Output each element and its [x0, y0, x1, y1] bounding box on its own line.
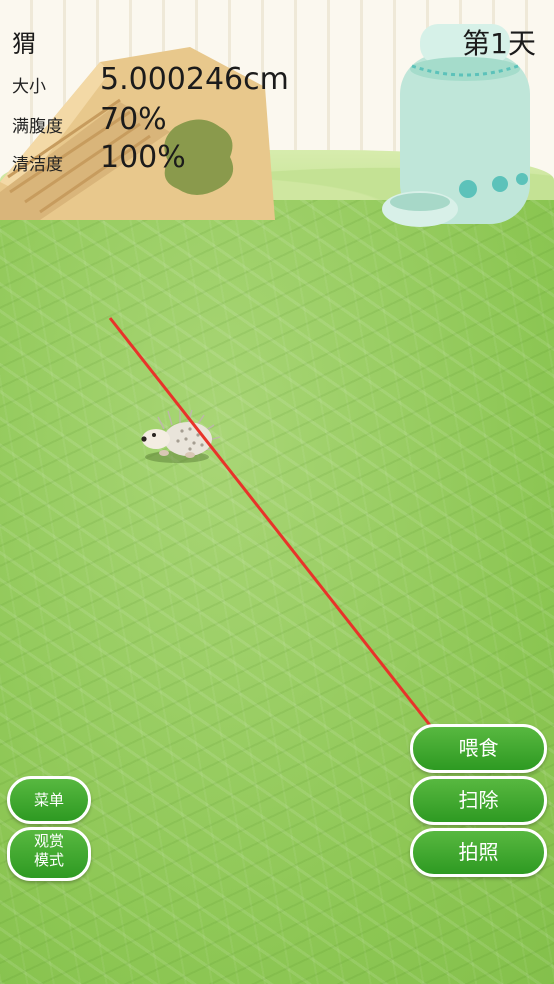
- day-counter: 第1天: [462, 27, 536, 60]
- photo-button[interactable]: 拍照: [410, 828, 547, 877]
- pet-name: 猬: [12, 30, 36, 58]
- watch-mode-label-line2: 模式: [33, 851, 64, 869]
- cleanliness-value: 100%: [100, 140, 186, 175]
- hedgehog-icon[interactable]: [132, 405, 227, 467]
- menu-button[interactable]: 菜单: [7, 776, 91, 824]
- watch-mode-button[interactable]: 观赏 模式: [7, 827, 91, 881]
- size-label: 大小: [12, 77, 46, 97]
- watch-mode-label-line1: 观赏: [33, 832, 64, 850]
- clean-button[interactable]: 扫除: [410, 776, 547, 825]
- fullness-label: 满腹度: [12, 117, 63, 137]
- cleanliness-label: 清洁度: [12, 155, 63, 175]
- feed-button[interactable]: 喂食: [410, 724, 547, 773]
- size-value: 5.000246cm: [100, 62, 289, 97]
- fullness-value: 70%: [100, 102, 167, 137]
